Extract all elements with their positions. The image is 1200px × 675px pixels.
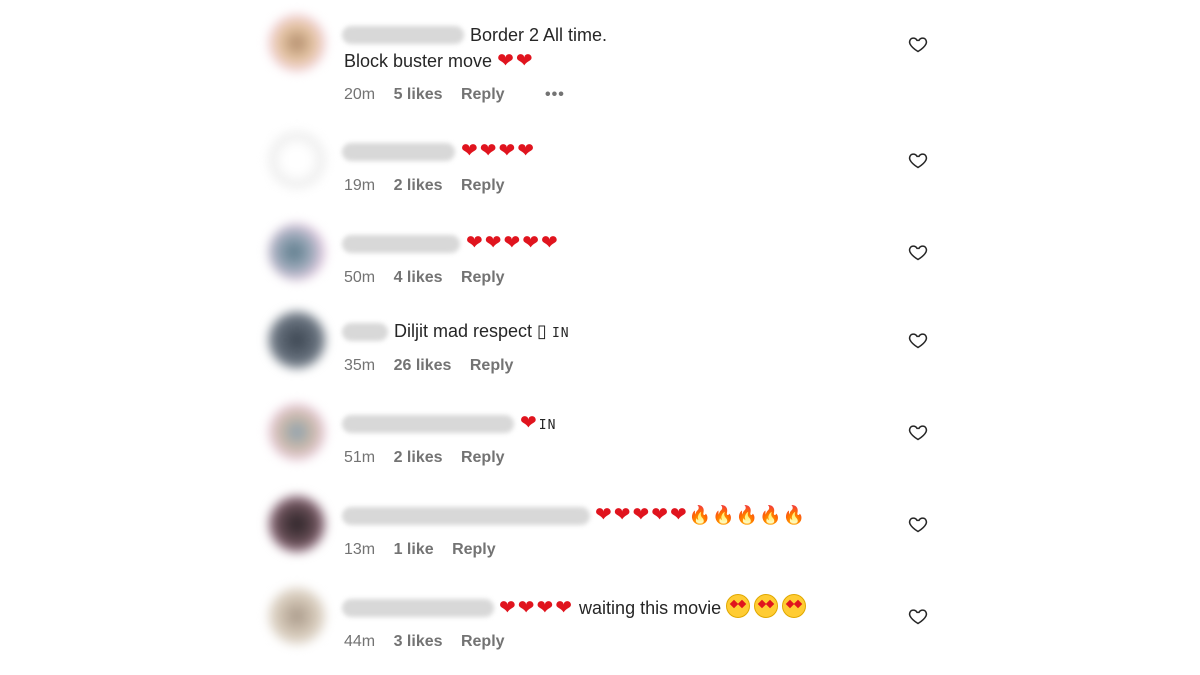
reply-button[interactable]: Reply bbox=[461, 269, 505, 286]
heart-emoji: ❤❤❤❤ bbox=[461, 138, 537, 162]
avatar[interactable] bbox=[268, 495, 326, 553]
heart-outline-icon[interactable] bbox=[908, 34, 928, 54]
timestamp: 19m bbox=[344, 177, 376, 194]
comment-meta: 44m 3 likes Reply bbox=[344, 633, 519, 651]
likes-count[interactable]: 4 likes bbox=[394, 269, 443, 286]
avatar[interactable] bbox=[268, 131, 326, 189]
reply-button[interactable]: Reply bbox=[452, 541, 496, 558]
heart-outline-icon[interactable] bbox=[908, 514, 928, 534]
comment-text: ❤❤❤❤❤🔥🔥🔥🔥🔥 bbox=[595, 502, 806, 528]
timestamp: 44m bbox=[344, 633, 376, 650]
heart-outline-icon[interactable] bbox=[908, 422, 928, 442]
reply-button[interactable]: Reply bbox=[461, 633, 505, 650]
comment-meta: 35m 26 likes Reply bbox=[344, 357, 527, 375]
comment-meta: 20m 5 likes Reply ••• bbox=[344, 86, 579, 104]
reply-button[interactable]: Reply bbox=[470, 357, 514, 374]
heart-outline-icon[interactable] bbox=[908, 150, 928, 170]
comment-text: ❤❤❤❤ waiting this movie bbox=[499, 594, 810, 620]
avatar[interactable] bbox=[268, 311, 326, 369]
comment-text-line-2: Block buster move ❤❤ bbox=[344, 48, 535, 73]
comment-text: ❤❤❤❤❤ bbox=[466, 230, 560, 255]
likes-count[interactable]: 3 likes bbox=[394, 633, 443, 650]
comment-item: ❤❤❤❤ waiting this movie 44m 3 likes Repl… bbox=[262, 581, 942, 661]
comment-item: ❤❤❤❤❤ 50m 4 likes Reply bbox=[262, 217, 942, 297]
fire-emoji: 🔥🔥🔥🔥🔥 bbox=[688, 505, 806, 526]
username-blurred[interactable] bbox=[342, 143, 455, 161]
comment-meta: 50m 4 likes Reply bbox=[344, 269, 519, 287]
avatar[interactable] bbox=[268, 223, 326, 281]
username-blurred[interactable] bbox=[342, 26, 464, 44]
comment-text: ❤❤❤❤ bbox=[461, 138, 536, 163]
comment-text: Border 2 All time. bbox=[470, 25, 608, 45]
username-blurred[interactable] bbox=[342, 323, 388, 341]
heart-emoji: ❤❤ bbox=[497, 48, 535, 72]
comment-meta: 51m 2 likes Reply bbox=[344, 449, 519, 467]
timestamp: 13m bbox=[344, 541, 376, 558]
comment-meta: 13m 1 like Reply bbox=[344, 541, 510, 559]
comment-meta: 19m 2 likes Reply bbox=[344, 177, 519, 195]
comment-item: ❤IN 51m 2 likes Reply bbox=[262, 397, 942, 477]
username-blurred[interactable] bbox=[342, 599, 494, 617]
heart-emoji: ❤❤❤❤❤ bbox=[466, 230, 560, 254]
flag-emoji: IN bbox=[551, 326, 570, 341]
likes-count[interactable]: 1 like bbox=[394, 541, 434, 558]
star-struck-emoji bbox=[726, 594, 810, 618]
heart-emoji: ❤ bbox=[520, 410, 539, 434]
comment-text-part: Diljit mad respect ▯ bbox=[394, 321, 547, 341]
timestamp: 20m bbox=[344, 86, 376, 103]
username-blurred[interactable] bbox=[342, 235, 460, 253]
username-blurred[interactable] bbox=[342, 415, 514, 433]
reply-button[interactable]: Reply bbox=[461, 449, 505, 466]
timestamp: 35m bbox=[344, 357, 376, 374]
username-blurred[interactable] bbox=[342, 507, 590, 525]
timestamp: 50m bbox=[344, 269, 376, 286]
heart-emoji: ❤❤❤❤ bbox=[499, 595, 575, 619]
heart-outline-icon[interactable] bbox=[908, 606, 928, 626]
likes-count[interactable]: 26 likes bbox=[394, 357, 452, 374]
comment-item: ❤❤❤❤❤🔥🔥🔥🔥🔥 13m 1 like Reply bbox=[262, 489, 942, 569]
reply-button[interactable]: Reply bbox=[461, 177, 505, 194]
reply-button[interactable]: Reply bbox=[461, 86, 505, 103]
comment-text: Diljit mad respect ▯ IN bbox=[394, 319, 570, 346]
comment-text-part: waiting this movie bbox=[579, 598, 722, 618]
more-options-icon[interactable]: ••• bbox=[545, 86, 565, 103]
avatar[interactable] bbox=[268, 403, 326, 461]
heart-emoji: ❤❤❤❤❤ bbox=[595, 502, 689, 526]
comment-item: Diljit mad respect ▯ IN 35m 26 likes Rep… bbox=[262, 305, 942, 385]
avatar[interactable] bbox=[268, 587, 326, 645]
flag-emoji: IN bbox=[538, 418, 557, 433]
avatar[interactable] bbox=[268, 14, 326, 72]
heart-outline-icon[interactable] bbox=[908, 242, 928, 262]
comment-item: Border 2 All time. Block buster move ❤❤ … bbox=[262, 8, 942, 108]
comment-text-part: Block buster move bbox=[344, 51, 493, 71]
likes-count[interactable]: 5 likes bbox=[394, 86, 443, 103]
comment-text: ❤IN bbox=[520, 410, 556, 438]
comment-item: ❤❤❤❤ 19m 2 likes Reply bbox=[262, 125, 942, 205]
timestamp: 51m bbox=[344, 449, 376, 466]
likes-count[interactable]: 2 likes bbox=[394, 449, 443, 466]
likes-count[interactable]: 2 likes bbox=[394, 177, 443, 194]
heart-outline-icon[interactable] bbox=[908, 330, 928, 350]
